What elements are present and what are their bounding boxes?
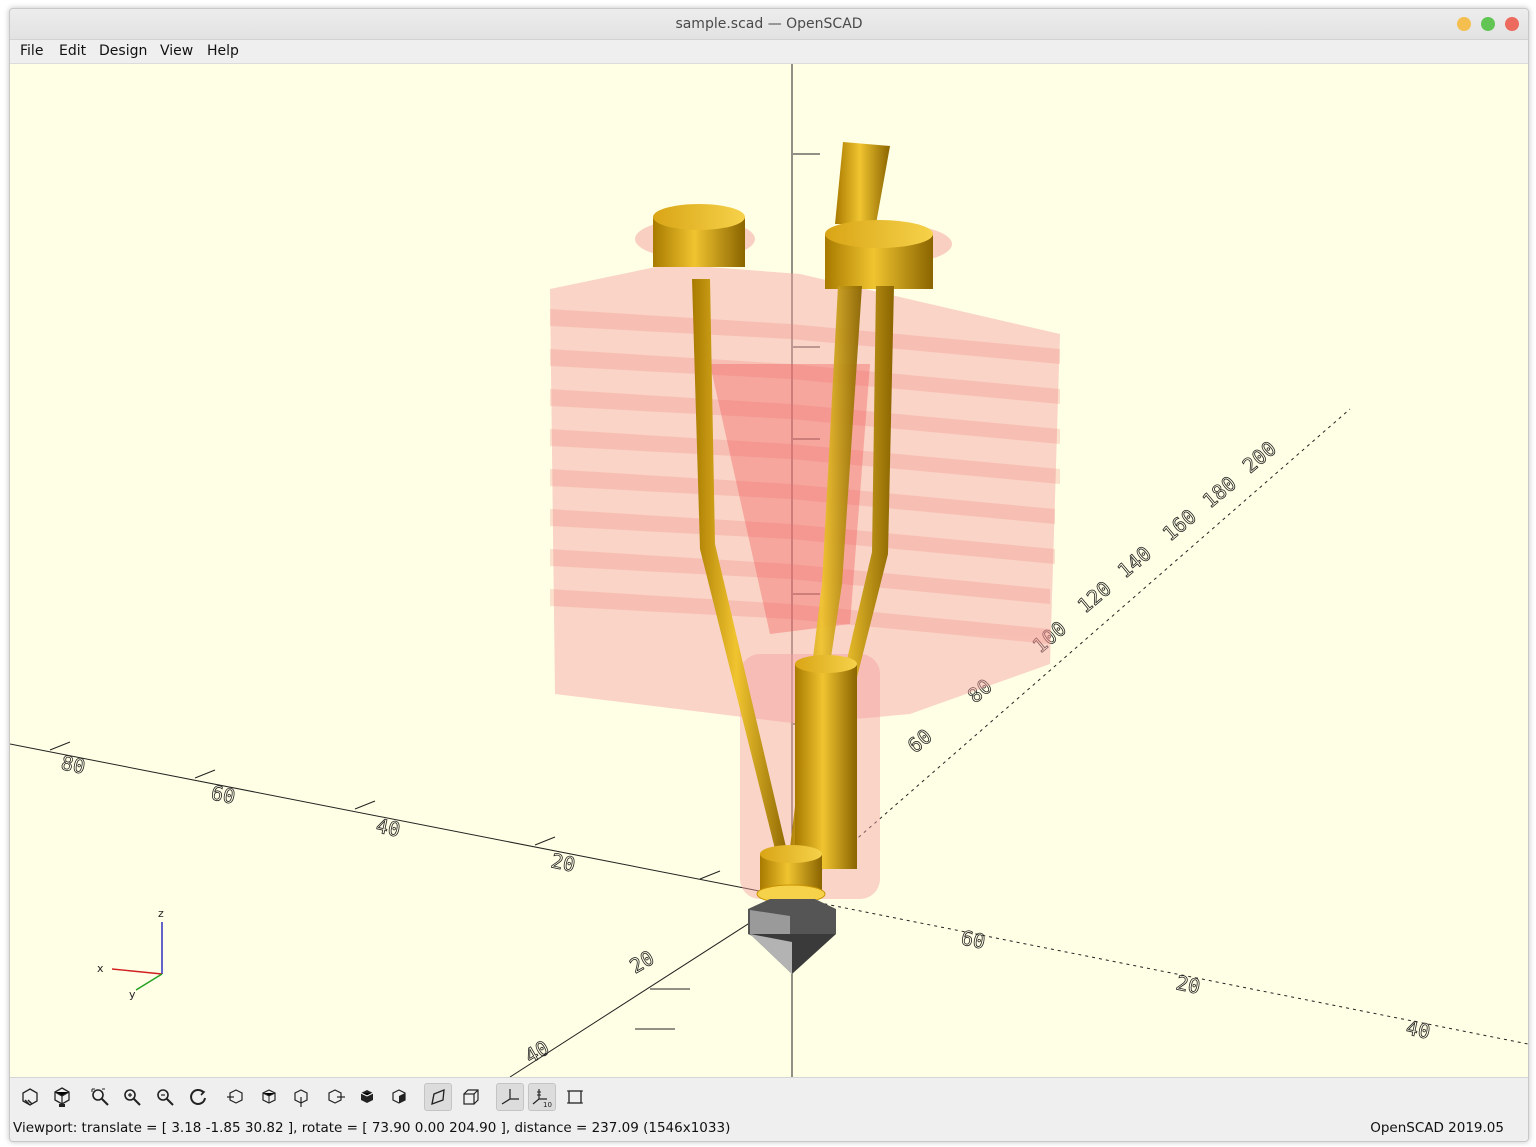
status-bar: Viewport: translate = [ 3.18 -1.85 30.82… <box>10 1116 1528 1141</box>
preview-button[interactable] <box>16 1083 44 1111</box>
nozzle <box>748 899 836 974</box>
show-edges-icon <box>567 1090 583 1104</box>
y-axis-label: 40 <box>521 1035 554 1068</box>
y-axis-label: 160 <box>1158 504 1201 546</box>
gizmo-y-label: y <box>129 988 136 1001</box>
window-title: sample.scad — OpenSCAD <box>675 16 863 32</box>
perspective-button[interactable] <box>424 1083 452 1111</box>
zoom-out-button[interactable] <box>151 1083 179 1111</box>
reset-view-icon <box>190 1089 206 1105</box>
gizmo-x-label: x <box>97 962 104 975</box>
menu-view[interactable]: View <box>160 43 193 59</box>
view-right-icon <box>227 1089 243 1104</box>
zoom-in-button[interactable] <box>118 1083 146 1111</box>
y-axis-label: 60 <box>903 724 937 758</box>
zoom-out-icon <box>157 1089 174 1106</box>
app-window: sample.scad — OpenSCAD File Edit Design … <box>9 8 1529 1142</box>
view-back-icon <box>392 1089 406 1104</box>
y-axis-label: 180 <box>1198 471 1241 513</box>
view-front-button[interactable] <box>353 1083 381 1111</box>
x-axis-label: 20 <box>1174 970 1203 998</box>
reset-view-button[interactable] <box>184 1083 212 1111</box>
render-button[interactable] <box>48 1083 76 1111</box>
orthogonal-button[interactable] <box>457 1083 485 1111</box>
zoom-in-icon <box>124 1089 141 1106</box>
viewport-info: Viewport: translate = [ 3.18 -1.85 30.82… <box>13 1120 731 1136</box>
x-axis-label: 20 <box>549 848 578 876</box>
axis-gizmo: z x y <box>97 907 164 1001</box>
x-axis-label: 60 <box>209 780 238 808</box>
show-edges-button[interactable] <box>561 1083 589 1111</box>
title-bar[interactable]: sample.scad — OpenSCAD <box>10 9 1528 40</box>
svg-text:10: 10 <box>543 1101 552 1108</box>
x-axis-label: 80 <box>59 750 88 778</box>
view-bottom-button[interactable] <box>287 1083 315 1111</box>
show-axes-icon <box>501 1089 519 1105</box>
maximize-button[interactable] <box>1481 17 1495 31</box>
menu-file[interactable]: File <box>20 43 43 59</box>
view-top-icon <box>262 1089 276 1104</box>
show-axes-button[interactable] <box>496 1083 524 1111</box>
x-axis-label: 60 <box>959 925 988 953</box>
y-axis-label: 140 <box>1113 541 1156 583</box>
view-top-button[interactable] <box>255 1083 283 1111</box>
minimize-button[interactable] <box>1457 17 1471 31</box>
y-axis-label: 120 <box>1073 576 1116 618</box>
view-bottom-icon <box>294 1089 308 1107</box>
view-left-icon <box>328 1089 345 1104</box>
version-label: OpenSCAD 2019.05 <box>1370 1120 1504 1136</box>
view-front-icon <box>360 1090 374 1103</box>
x-axis-label: 40 <box>374 813 403 841</box>
close-button[interactable] <box>1505 17 1519 31</box>
preview-icon <box>22 1088 38 1106</box>
y-axis-label: 20 <box>626 945 659 978</box>
viewport-canvas: 80 60 40 20 20 40 60 20 40 60 80 100 120… <box>10 64 1528 1077</box>
view-all-icon <box>91 1088 109 1106</box>
menu-design[interactable]: Design <box>99 43 147 59</box>
3d-viewport[interactable]: 80 60 40 20 20 40 60 20 40 60 80 100 120… <box>10 64 1528 1077</box>
render-icon <box>54 1087 70 1107</box>
y-axis-label: 200 <box>1238 436 1281 478</box>
menu-bar: File Edit Design View Help <box>10 40 1528 64</box>
orthogonal-icon <box>463 1089 479 1105</box>
menu-help[interactable]: Help <box>207 43 239 59</box>
view-back-button[interactable] <box>385 1083 413 1111</box>
show-scale-markers-icon: 10 <box>532 1089 552 1108</box>
view-all-button[interactable] <box>86 1083 114 1111</box>
gizmo-z-label: z <box>158 907 164 920</box>
viewer-toolbar: 10 <box>10 1077 1528 1116</box>
view-left-button[interactable] <box>321 1083 349 1111</box>
menu-edit[interactable]: Edit <box>59 43 86 59</box>
perspective-icon <box>431 1088 445 1106</box>
show-scale-markers-button[interactable]: 10 <box>528 1083 556 1111</box>
x-axis-label: 40 <box>1404 1015 1433 1043</box>
view-right-button[interactable] <box>222 1083 250 1111</box>
